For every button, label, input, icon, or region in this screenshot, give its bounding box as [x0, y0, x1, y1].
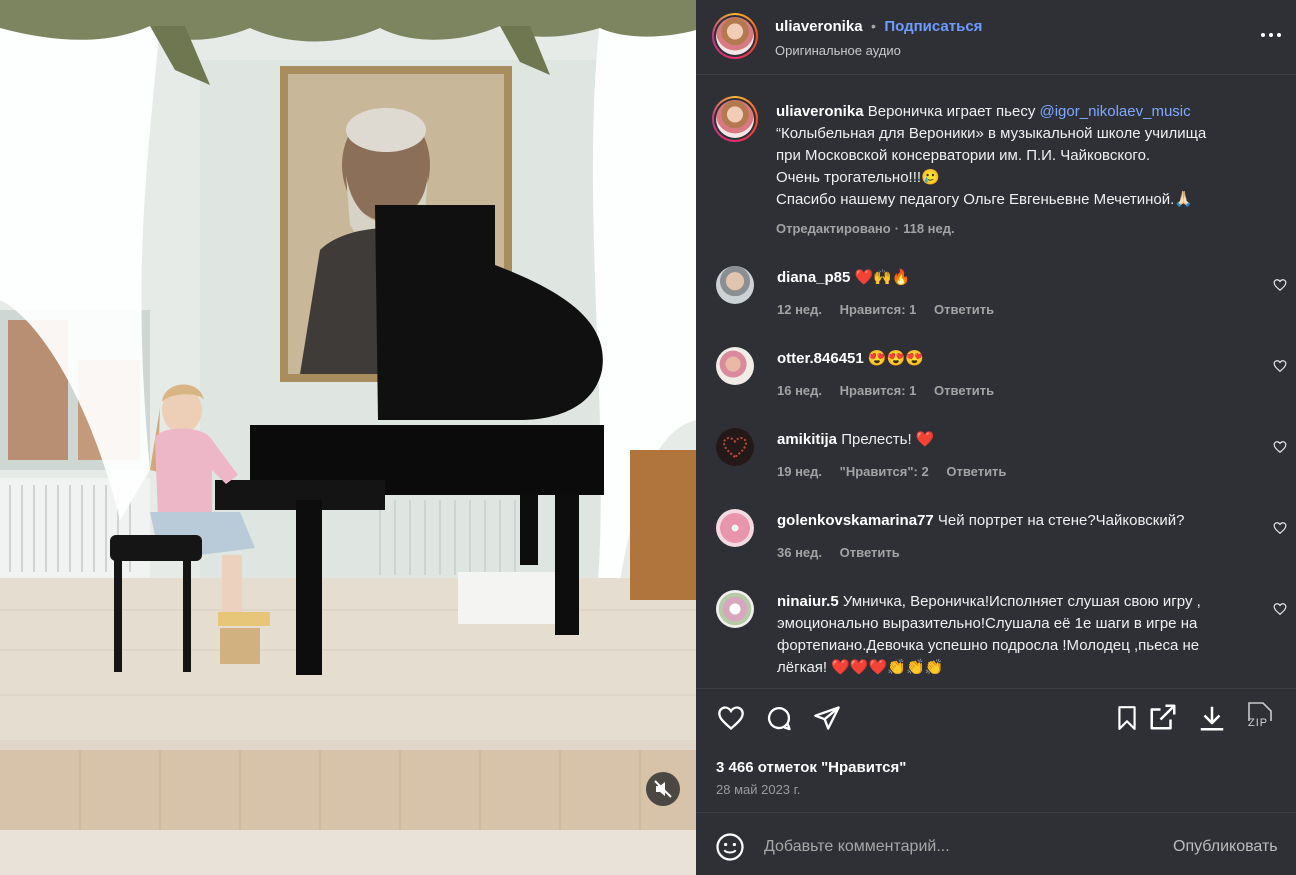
video-frame-image [0, 0, 696, 875]
caption-line-2: “Колыбельная для Вероники» в музыкальной… [776, 125, 1207, 142]
caption-username[interactable]: uliaveronika [776, 103, 864, 120]
share-button[interactable] [813, 704, 841, 732]
comment-avatar[interactable] [716, 347, 754, 385]
header-separator: • [871, 18, 876, 34]
comment-item: diana_p85 ❤️🙌🔥 12 нед. Нравится: 1 Ответ… [696, 262, 1296, 332]
actions-divider [696, 688, 1296, 689]
comment-text-line-4: лёгкая! ❤️❤️❤️👏👏👏 [777, 659, 944, 676]
follow-button[interactable]: Подписаться [884, 18, 982, 35]
likes-count[interactable]: 3 466 отметок "Нравится" [716, 759, 906, 776]
comment-time[interactable]: 16 нед. [777, 383, 822, 398]
comment-like-heart-icon[interactable] [1273, 521, 1287, 535]
post-caption: uliaveronika Вероничка играет пьесу @igo… [776, 101, 1281, 211]
more-options-button[interactable] [1260, 28, 1282, 47]
bookmark-icon [1118, 706, 1136, 730]
download-button[interactable] [1197, 703, 1227, 733]
save-button[interactable] [1114, 704, 1140, 732]
external-link-icon [1150, 704, 1176, 730]
publish-button[interactable]: Опубликовать [1173, 838, 1278, 856]
comment-avatar[interactable] [716, 590, 754, 628]
download-icon [1200, 706, 1224, 731]
reply-button[interactable]: Ответить [840, 545, 900, 560]
comment-text: Прелесть! ❤️ [841, 431, 935, 448]
zip-label: ZIP [1248, 717, 1269, 729]
smiley-icon [716, 833, 744, 861]
comment-username[interactable]: ninaiur.5 [777, 593, 839, 610]
comment-time[interactable]: 12 нед. [777, 302, 822, 317]
reply-button[interactable]: Ответить [946, 464, 1006, 479]
caption-text: Вероничка играет пьесу [867, 103, 1036, 120]
comment-like-heart-icon[interactable] [1273, 278, 1287, 292]
post-date[interactable]: 28 май 2023 г. [716, 782, 800, 797]
comment-username[interactable]: golenkovskamarina77 [777, 512, 934, 529]
comment-avatar[interactable] [716, 428, 754, 466]
comment-item: ninaiur.5 Умничка, Вероничка!Исполняет с… [696, 586, 1296, 686]
comment-username[interactable]: otter.846451 [777, 350, 864, 367]
comment-username[interactable]: diana_p85 [777, 269, 850, 286]
author-username[interactable]: uliaveronika [775, 18, 863, 35]
comment-text-line-3: фортепиано.Девочка успешно подросла !Мол… [777, 637, 1200, 654]
author-avatar[interactable] [712, 13, 758, 59]
zip-download-button[interactable]: ZIP [1245, 701, 1279, 735]
comment-text-line-2: эмоционально выразительно!Слушала её 1е … [777, 615, 1198, 632]
send-icon [814, 706, 840, 730]
caption-avatar[interactable] [712, 96, 758, 142]
comment-item: golenkovskamarina77 Чей портрет на стене… [696, 505, 1296, 575]
caption-meta: Отредактировано · 118 нед. [776, 221, 955, 236]
post-header-line: uliaveronika • Подписаться [775, 18, 982, 36]
caption-line-5: Спасибо нашему педагогу Ольге Евгеньевне… [776, 191, 1193, 208]
comment-likes[interactable]: "Нравится": 2 [840, 464, 929, 479]
open-external-button[interactable] [1148, 702, 1178, 732]
comment-item: otter.846451 😍😍😍 16 нед. Нравится: 1 Отв… [696, 343, 1296, 413]
like-button[interactable] [716, 704, 746, 732]
edited-label: Отредактировано [776, 221, 891, 236]
post-video[interactable] [0, 0, 696, 875]
comment-text: 😍😍😍 [867, 350, 924, 367]
comment-text: Умничка, Вероничка!Исполняет слушая свою… [842, 593, 1201, 610]
comment-username[interactable]: amikitija [777, 431, 837, 448]
reply-button[interactable]: Ответить [934, 302, 994, 317]
post-details-panel: uliaveronika • Подписаться Оригинальное … [696, 0, 1296, 875]
comment-text: Чей портрет на стене?Чайковский? [937, 512, 1185, 529]
add-comment-input[interactable]: Добавьте комментарий... [764, 838, 950, 856]
heart-icon [718, 706, 744, 731]
comment-button[interactable] [765, 704, 793, 732]
comment-avatar[interactable] [716, 266, 754, 304]
emoji-button[interactable] [715, 832, 745, 867]
header-divider [696, 74, 1296, 75]
caption-line-3: при Московской консерватории им. П.И. Ча… [776, 147, 1151, 164]
comment-like-heart-icon[interactable] [1273, 602, 1287, 616]
comment-likes[interactable]: Нравится: 1 [840, 302, 917, 317]
comment-text: ❤️🙌🔥 [854, 269, 911, 286]
comment-like-heart-icon[interactable] [1273, 440, 1287, 454]
comment-likes[interactable]: Нравится: 1 [840, 383, 917, 398]
muted-speaker-icon [654, 780, 672, 798]
comment-bar-divider [696, 812, 1296, 813]
heart-avatar-icon [722, 436, 748, 459]
audio-label[interactable]: Оригинальное аудио [775, 43, 901, 58]
comment-like-heart-icon[interactable] [1273, 359, 1287, 373]
comment-avatar[interactable] [716, 509, 754, 547]
more-horizontal-icon [1261, 33, 1281, 37]
comment-time[interactable]: 36 нед. [777, 545, 822, 560]
caption-mention-link[interactable]: @igor_nikolaev_music [1040, 103, 1191, 120]
comment-time[interactable]: 19 нед. [777, 464, 822, 479]
comment-icon [767, 707, 791, 731]
mute-button[interactable] [646, 772, 680, 806]
comment-item: amikitija Прелесть! ❤️ 19 нед. "Нравится… [696, 424, 1296, 494]
caption-line-4: Очень трогательно!!!🥲 [776, 169, 940, 186]
reply-button[interactable]: Ответить [934, 383, 994, 398]
caption-time: 118 нед. [903, 221, 955, 236]
